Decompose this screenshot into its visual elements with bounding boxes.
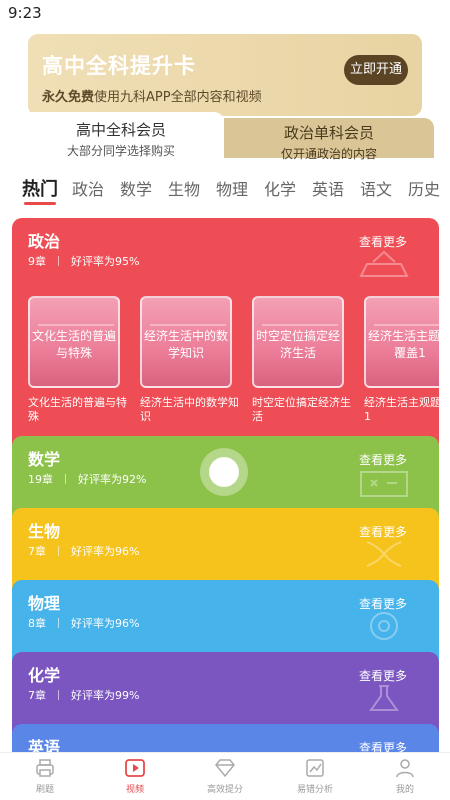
- chart-icon: [306, 759, 324, 777]
- banner-subtitle: 永久免费使用九科APP全部内容和视频: [42, 86, 262, 105]
- card-meta: 7章 好评率为99%: [28, 687, 139, 703]
- card-title: 物理: [28, 594, 61, 613]
- thumbnail-text: 经济生活主题全覆盖1: [367, 329, 439, 360]
- video-icon: [125, 759, 145, 777]
- subject-tab-math[interactable]: 数学: [120, 176, 152, 200]
- meta-divider: [58, 618, 59, 628]
- video-caption[interactable]: 文化生活的普遍与特殊: [28, 396, 128, 424]
- card-chapters: 9章: [28, 255, 46, 268]
- video-thumbnail[interactable]: 经济生活主题全覆盖1: [364, 296, 439, 388]
- status-time: 9:23: [8, 4, 42, 22]
- subject-tab-bar: 热门 政治 数学 生物 物理 化学 英语 语文 历史: [0, 168, 450, 208]
- active-tab-indicator: [24, 202, 56, 205]
- thumbnail-text: 经济生活中的数学知识: [143, 329, 228, 360]
- nav-item-error-analysis[interactable]: 易错分析: [285, 757, 345, 795]
- subject-tab-politics[interactable]: 政治: [72, 176, 104, 200]
- card-meta: 8章 好评率为96%: [28, 615, 139, 631]
- flask-icon: [369, 685, 399, 711]
- thumbnail-building-graphic: [150, 308, 226, 326]
- card-meta: 19章 好评率为92%: [28, 471, 146, 487]
- status-bar: 9:23: [0, 0, 450, 26]
- subject-tab-chemistry[interactable]: 化学: [264, 176, 296, 200]
- nav-label: 视频: [125, 785, 144, 795]
- card-rating: 好评率为92%: [78, 473, 147, 486]
- politics-decoration-icon: [359, 250, 409, 277]
- nav-label: 刷题: [35, 785, 54, 795]
- card-chapters: 7章: [28, 689, 46, 702]
- card-rating: 好评率为99%: [71, 689, 140, 702]
- subject-tab-hot[interactable]: 热门: [22, 175, 58, 201]
- nav-item-boost[interactable]: 高效提分: [195, 757, 255, 795]
- video-caption[interactable]: 时空定位搞定经济生活: [252, 396, 352, 424]
- meta-divider: [58, 256, 59, 266]
- thumbnail-text: 时空定位搞定经济生活: [255, 329, 340, 360]
- video-caption[interactable]: 经济生活主观题覆盖1: [364, 396, 439, 424]
- nav-item-video[interactable]: 视频: [105, 757, 165, 795]
- card-rating: 好评率为96%: [71, 545, 140, 558]
- printer-icon: [36, 759, 54, 777]
- promo-banner[interactable]: 高中全科提升卡 永久免费使用九科APP全部内容和视频 立即开通: [28, 34, 422, 116]
- nav-label: 易错分析: [296, 785, 333, 795]
- tab-politics-member[interactable]: 政治单科会员 仅开通政治的内容: [224, 118, 434, 161]
- thumbnail-building-graphic: [38, 308, 114, 326]
- thumbnail-building-graphic: [262, 308, 338, 326]
- banner-subtitle-rest: 使用九科APP全部内容和视频: [94, 90, 262, 105]
- tab-all-subjects-member-title: 高中全科会员: [75, 121, 166, 139]
- thumbnail-text: 文化生活的普遍与特殊: [31, 329, 116, 360]
- diamond-icon: [215, 759, 235, 778]
- card-chapters: 7章: [28, 545, 46, 558]
- tab-politics-member-title: 政治单科会员: [283, 124, 374, 142]
- floating-action-button[interactable]: [200, 448, 248, 496]
- tab-all-subjects-member[interactable]: 高中全科会员 大部分同学选择购买: [18, 112, 224, 158]
- card-chapters: 19章: [28, 473, 53, 486]
- floating-button-dot: [209, 457, 239, 487]
- meta-divider: [65, 474, 66, 484]
- video-thumbnail[interactable]: 经济生活中的数学知识: [140, 296, 232, 388]
- user-icon: [396, 759, 414, 778]
- nav-item-profile[interactable]: 我的: [375, 757, 435, 795]
- nav-label: 高效提分: [206, 785, 243, 795]
- nav-label: 我的: [395, 785, 414, 795]
- nav-item-practice[interactable]: 刷题: [15, 757, 75, 795]
- bottom-nav: 刷题 视频 高效提分 易错分析 我的: [0, 752, 450, 800]
- open-now-button[interactable]: 立即开通: [344, 55, 408, 85]
- subject-tab-chinese[interactable]: 语文: [360, 176, 392, 200]
- banner-title: 高中全科提升卡: [42, 54, 196, 78]
- dna-icon: [366, 541, 402, 567]
- video-thumbnail[interactable]: 文化生活的普遍与特殊: [28, 296, 120, 388]
- card-chapters: 8章: [28, 617, 46, 630]
- video-thumbnail[interactable]: 时空定位搞定经济生活: [252, 296, 344, 388]
- thumbnail-building-graphic: [374, 308, 439, 326]
- physics-disc-icon: [370, 612, 398, 640]
- card-rating: 好评率为95%: [71, 255, 140, 268]
- card-title: 化学: [28, 666, 61, 685]
- subject-tab-english[interactable]: 英语: [312, 176, 344, 200]
- tab-politics-member-desc: 仅开通政治的内容: [280, 147, 377, 161]
- card-meta: 9章 好评率为95%: [28, 253, 139, 269]
- card-rating: 好评率为96%: [71, 617, 140, 630]
- subject-tab-physics[interactable]: 物理: [216, 176, 248, 200]
- subject-tab-history[interactable]: 历史: [408, 176, 440, 200]
- card-title: 生物: [28, 522, 61, 541]
- subject-tab-biology[interactable]: 生物: [168, 176, 200, 200]
- card-meta: 7章 好评率为96%: [28, 543, 139, 559]
- video-caption[interactable]: 经济生活中的数学知识: [140, 396, 240, 424]
- math-blackboard-icon: [360, 471, 408, 497]
- tab-all-subjects-member-desc: 大部分同学选择购买: [66, 144, 175, 158]
- banner-subtitle-strong: 永久免费: [42, 90, 95, 105]
- meta-divider: [58, 690, 59, 700]
- card-title: 政治: [28, 232, 61, 251]
- meta-divider: [58, 546, 59, 556]
- card-title: 数学: [28, 450, 61, 469]
